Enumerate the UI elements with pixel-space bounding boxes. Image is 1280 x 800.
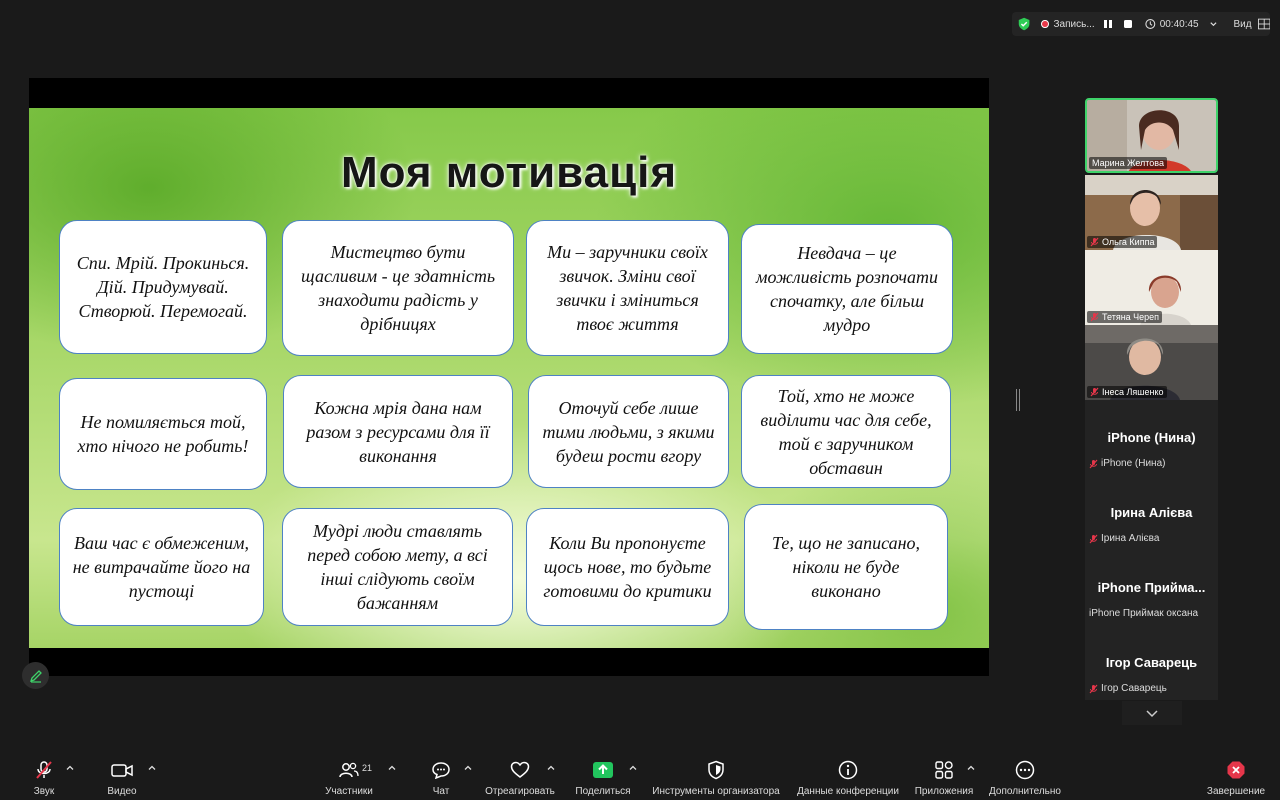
muted-mic-icon — [1089, 459, 1098, 468]
participant-display-name: iPhone (Нина) — [1107, 430, 1196, 445]
muted-mic-icon — [1089, 684, 1098, 693]
presentation-slide: Моя мотивація Спи. Мрій. Прокинься. Дій.… — [29, 108, 989, 648]
participants-count: 21 — [362, 763, 373, 773]
participant-name-tag: iPhone Приймак оксана — [1089, 608, 1199, 619]
participant-name-tag: Ігор Саварець — [1089, 683, 1167, 694]
motivation-card: Мудрі люди ставлять перед собою мету, а … — [282, 508, 513, 626]
participant-name-tag: Ольга Киппа — [1087, 236, 1158, 248]
motivation-card: Невдача – це можливість розпочати спочат… — [741, 224, 953, 354]
chevron-up-icon[interactable] — [547, 764, 555, 772]
heart-icon — [510, 761, 530, 778]
more-button[interactable]: Дополнительно — [987, 750, 1063, 800]
encryption-shield-icon[interactable] — [1017, 16, 1031, 32]
muted-mic-icon — [1090, 237, 1099, 247]
motivation-card: Коли Ви пропонуєте щось нове, то будьте … — [526, 508, 729, 626]
participant-display-name: Ігор Саварець — [1105, 655, 1198, 670]
meeting-toolbar: Звук Видео Участники 21 Чат Отреагироват… — [0, 750, 1280, 800]
chevron-up-icon[interactable] — [148, 764, 156, 772]
motivation-card: Кожна мрія дана нам разом з ресурсами дл… — [283, 375, 513, 488]
pause-recording-button[interactable] — [1101, 16, 1115, 32]
motivation-card: Спи. Мрій. Прокинься. Дій. Придумувай. С… — [59, 220, 267, 354]
more-icon — [1015, 760, 1035, 780]
slide-title: Моя мотивація — [340, 148, 678, 197]
participant-name-tag: iPhone (Нина) — [1089, 458, 1165, 469]
motivation-card: Ми – заручники своїх звичок. Зміни свої … — [526, 220, 729, 356]
chevron-up-icon[interactable] — [66, 764, 74, 772]
motivation-card: Мистецтво бути щасливим - це здатність з… — [282, 220, 514, 356]
participants-button[interactable]: Участники — [322, 750, 376, 800]
share-screen-icon — [593, 762, 613, 778]
motivation-card: Те, що не записано, ніколи не буде викон… — [744, 504, 948, 630]
participant-panel: Марина Желтова Ольга Киппа Тетяна Череп — [1085, 98, 1218, 700]
audio-button[interactable]: Звук — [28, 750, 60, 800]
motivation-card: Не помиляється той, хто нічого не робить… — [59, 378, 267, 490]
meeting-status-bar: Запись... 00:40:45 Вид — [1012, 12, 1271, 36]
participant-name-tag: Марина Желтова — [1089, 157, 1167, 169]
muted-mic-icon — [1090, 312, 1099, 322]
participant-display-name: Ірина Алієва — [1110, 505, 1193, 520]
motivation-card: Ваш час є обмеженим, не витрачайте його … — [59, 508, 264, 626]
chevron-down-icon — [1146, 710, 1158, 718]
chevron-up-icon[interactable] — [388, 764, 396, 772]
chat-button[interactable]: Чат — [426, 750, 456, 800]
muted-mic-icon — [1089, 534, 1098, 543]
participant-tile[interactable]: iPhone Прийма... iPhone Приймак оксана — [1085, 550, 1218, 625]
info-icon — [838, 760, 858, 780]
chat-bubble-icon — [432, 762, 450, 779]
chevron-up-icon[interactable] — [967, 764, 975, 772]
security-shield-icon — [708, 760, 724, 780]
motivation-card: Оточуй себе лише тими людьми, з якими бу… — [528, 375, 729, 488]
clock-icon — [1145, 19, 1156, 29]
recording-label: Запись... — [1053, 18, 1095, 30]
video-camera-icon — [111, 764, 133, 777]
panel-resize-handle[interactable] — [1016, 389, 1020, 411]
participants-icon — [339, 762, 359, 778]
stop-recording-button[interactable] — [1121, 16, 1135, 32]
chevron-down-icon[interactable] — [1209, 19, 1218, 29]
participant-tile[interactable]: Ірина Алієва Ірина Алієва — [1085, 475, 1218, 550]
share-screen-button[interactable]: Поделиться — [574, 750, 632, 800]
meeting-info-button[interactable]: Данные конференции — [795, 750, 901, 800]
muted-mic-icon — [36, 761, 52, 779]
view-button[interactable]: Вид — [1234, 19, 1252, 30]
annotate-button[interactable] — [22, 662, 49, 689]
participant-video[interactable]: Ольга Киппа — [1085, 175, 1218, 250]
end-meeting-icon — [1227, 761, 1245, 779]
video-button[interactable]: Видео — [104, 750, 140, 800]
end-meeting-button[interactable]: Завершение — [1206, 750, 1266, 800]
participant-display-name: iPhone Прийма... — [1097, 580, 1206, 595]
pencil-icon — [29, 669, 42, 683]
pause-icon — [1103, 20, 1112, 28]
react-button[interactable]: Отреагировать — [484, 750, 556, 800]
participant-name-tag: Ірина Алієва — [1089, 533, 1159, 544]
apps-button[interactable]: Приложения — [913, 750, 975, 800]
stop-icon — [1123, 20, 1132, 28]
shared-screen: Моя мотивація Спи. Мрій. Прокинься. Дій.… — [29, 78, 989, 676]
participant-video[interactable]: Інеса Ляшенко — [1085, 325, 1218, 400]
participant-video[interactable]: Марина Желтова — [1085, 98, 1218, 173]
meeting-timer: 00:40:45 — [1159, 18, 1199, 30]
participant-tile[interactable]: iPhone (Нина) iPhone (Нина) — [1085, 400, 1218, 475]
scroll-participants-down-button[interactable] — [1122, 701, 1182, 725]
motivation-card: Той, хто не може виділити час для себе, … — [741, 375, 951, 488]
chevron-up-icon[interactable] — [629, 764, 637, 772]
host-tools-button[interactable]: Инструменты организатора — [650, 750, 782, 800]
view-grid-icon[interactable] — [1257, 18, 1271, 30]
participant-tile[interactable]: Ігор Саварець Ігор Саварець — [1085, 625, 1218, 700]
participant-video[interactable]: Тетяна Череп — [1085, 250, 1218, 325]
participant-name-tag: Інеса Ляшенко — [1087, 386, 1167, 398]
recording-dot-icon — [1041, 20, 1049, 28]
muted-mic-icon — [1090, 387, 1099, 397]
chevron-up-icon[interactable] — [464, 764, 472, 772]
apps-icon — [935, 761, 953, 779]
participant-name-tag: Тетяна Череп — [1087, 311, 1163, 323]
